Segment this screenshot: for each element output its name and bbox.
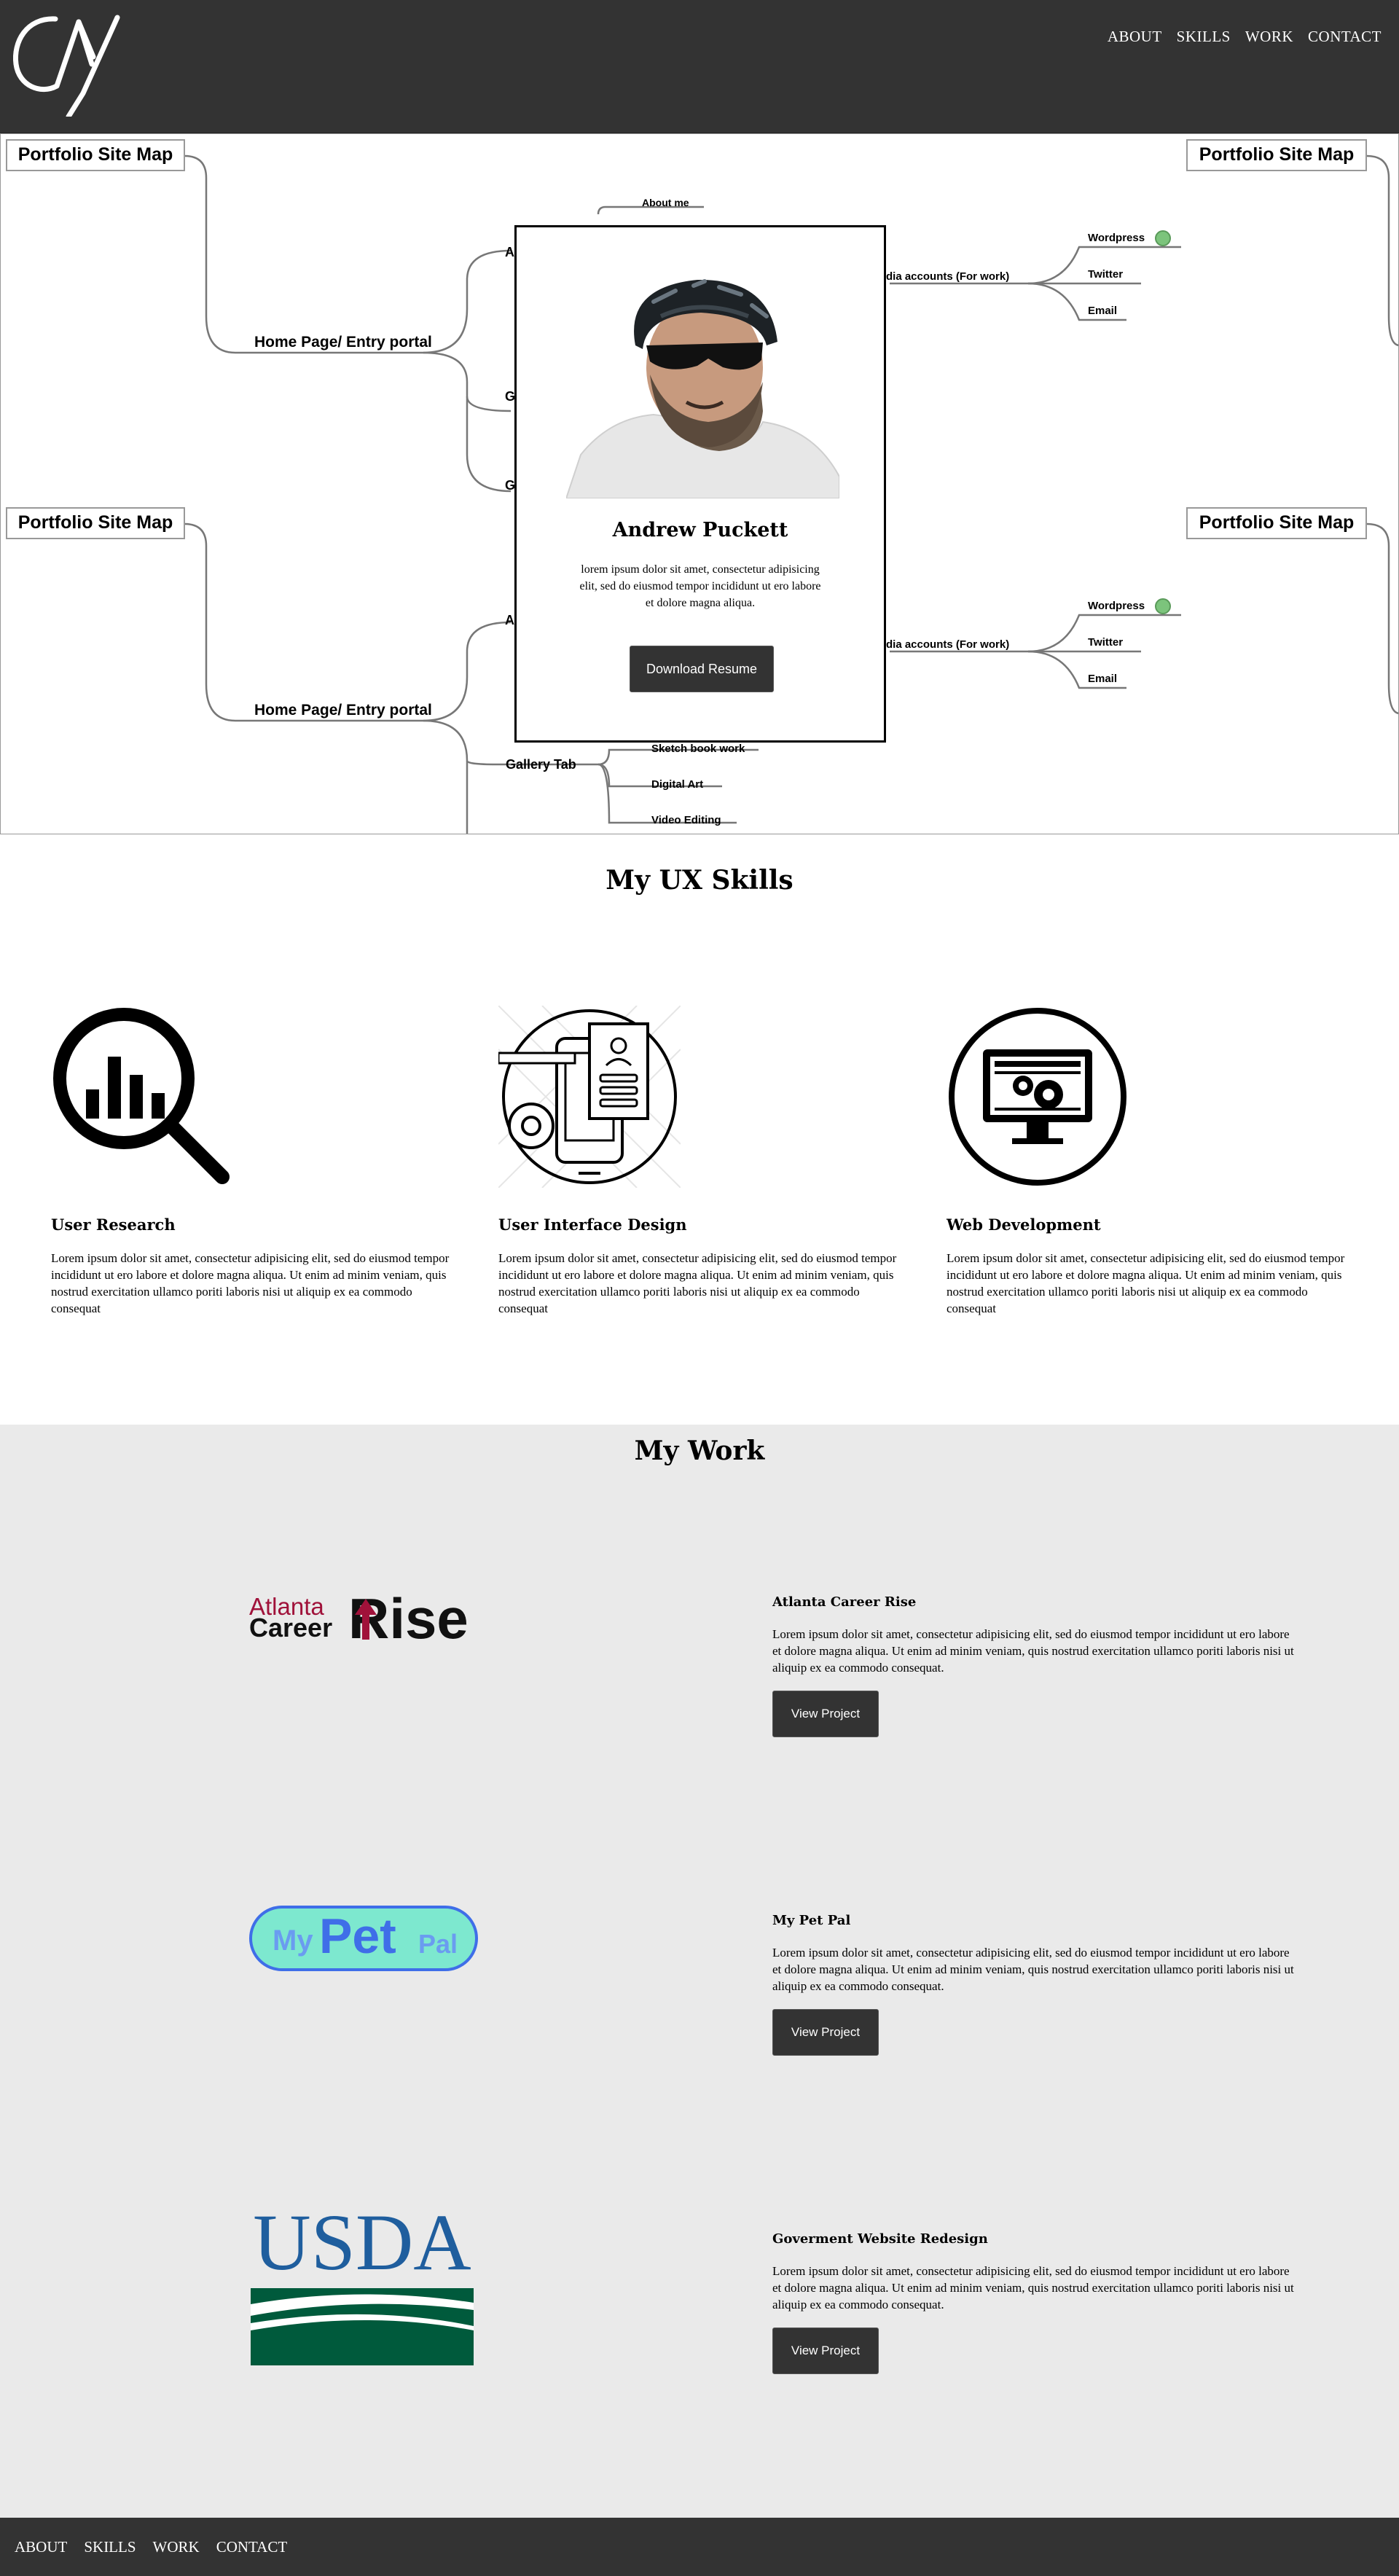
profile-photo [566, 273, 839, 498]
logo-pet-text: Pet [319, 1908, 396, 1964]
logo-pal-text: Pal [418, 1929, 458, 1959]
project-description: Lorem ipsum dolor sit amet, consectetur … [772, 2264, 1294, 2311]
sitemap-title-bl: Portfolio Site Map [17, 512, 173, 533]
sitemap-social-label: dia accounts (For work) [886, 270, 1010, 283]
skills-section: My UX Skills User Research Lorem ipsum d… [0, 834, 1399, 1425]
work-section: My Work Atlanta Career Rise Atlanta Care… [0, 1425, 1399, 2518]
atlanta-career-rise-logo[interactable]: Atlanta Career Rise [249, 1590, 475, 1653]
download-resume-button[interactable]: Download Resume [630, 646, 774, 692]
work-title: My Work [634, 1436, 765, 1466]
sitemap-email-2: Email [1088, 673, 1118, 685]
sitemap-branch-a-2: A [505, 613, 514, 627]
skill-description: Lorem ipsum dolor sit amet, consectetur … [51, 1251, 450, 1315]
sitemap-sketch: Sketch book work [651, 743, 745, 755]
usda-hills-icon [251, 2288, 474, 2365]
sitemap-digital-art: Digital Art [651, 778, 704, 791]
project-info: My Pet Pal Lorem ipsum dolor sit amet, c… [772, 1913, 1297, 2056]
top-nav: ABOUT SKILLS WORK CONTACT [1108, 28, 1382, 46]
skill-title: User Interface Design [498, 1215, 687, 1234]
project-my-pet-pal: My Pet Pal My Pet Pal Lorem ipsum dolor … [0, 1906, 1399, 2139]
sitemap-video-editing: Video Editing [651, 814, 721, 826]
skill-card-web-development: Web Development Lorem ipsum dolor sit am… [947, 1006, 1355, 1317]
nav-work-link[interactable]: WORK [1245, 28, 1293, 46]
usda-logo[interactable]: USDA [249, 2202, 475, 2366]
project-title: My Pet Pal [772, 1913, 851, 1928]
sitemap-gallery-tab: Gallery Tab [506, 757, 576, 772]
profile-card: Andrew Puckett lorem ipsum dolor sit ame… [514, 225, 886, 743]
view-project-button[interactable]: View Project [772, 1691, 879, 1737]
profile-name: Andrew Puckett [612, 519, 788, 541]
footer-skills-link[interactable]: SKILLS [84, 2538, 136, 2556]
footer-work-link[interactable]: WORK [153, 2538, 200, 2556]
site-footer: ABOUT SKILLS WORK CONTACT [0, 2518, 1399, 2576]
logo-career-text: Career [249, 1613, 333, 1643]
profile-description: lorem ipsum dolor sit amet, consectetur … [579, 563, 821, 609]
monitor-gears-icon [949, 1008, 1126, 1186]
magnifier-chart-icon [53, 1008, 230, 1184]
hero-section: Portfolio Site Map Portfolio Site Map Po… [0, 133, 1399, 834]
sitemap-twitter-2: Twitter [1088, 636, 1124, 649]
skill-title: Web Development [947, 1215, 1101, 1234]
sitemap-title-tr: Portfolio Site Map [1199, 144, 1355, 165]
sitemap-home-label: Home Page/ Entry portal [254, 334, 432, 351]
sitemap-branch-g: G [505, 389, 516, 404]
logo-my-text: My [273, 1925, 313, 1957]
project-title: Goverment Website Redesign [772, 2231, 988, 2247]
project-government-website: USDA Goverment Website Redesign Lorem ip… [0, 2202, 1399, 2457]
view-project-button[interactable]: View Project [772, 2009, 879, 2056]
my-pet-pal-logo[interactable]: My Pet Pal [249, 1906, 478, 1971]
project-atlanta-career-rise: Atlanta Career Rise Atlanta Career Rise … [0, 1590, 1399, 1820]
sitemap-title-br: Portfolio Site Map [1199, 512, 1355, 533]
sitemap-wordpress: Wordpress [1088, 232, 1145, 244]
project-description: Lorem ipsum dolor sit amet, consectetur … [772, 1627, 1294, 1675]
project-title: Atlanta Career Rise [772, 1594, 917, 1610]
site-header: ABOUT SKILLS WORK CONTACT [0, 0, 1399, 133]
sitemap-wordpress-2: Wordpress [1088, 600, 1145, 612]
sitemap-twitter: Twitter [1088, 268, 1124, 281]
footer-about-link[interactable]: ABOUT [15, 2538, 67, 2556]
rise-arrow-icon [355, 1599, 377, 1640]
skill-card-ui-design: User Interface Design Lorem ipsum dolor … [498, 1006, 906, 1317]
project-description: Lorem ipsum dolor sit amet, consectetur … [772, 1946, 1294, 1993]
logo-usda-text: USDA [253, 2198, 471, 2287]
mobile-ui-icon [498, 1006, 681, 1188]
sitemap-branch-g-2: G [505, 478, 516, 493]
skill-title: User Research [51, 1215, 176, 1234]
footer-nav: ABOUT SKILLS WORK CONTACT [15, 2538, 287, 2556]
sitemap-about-label: About me [642, 197, 689, 208]
nav-about-link[interactable]: ABOUT [1108, 28, 1162, 46]
sitemap-home-label-2: Home Page/ Entry portal [254, 702, 432, 719]
sitemap-branch-a: A [505, 245, 514, 259]
project-info: Atlanta Career Rise Lorem ipsum dolor si… [772, 1594, 1297, 1737]
skill-description: Lorem ipsum dolor sit amet, consectetur … [947, 1251, 1345, 1315]
ay-logo-icon[interactable] [12, 13, 121, 117]
view-project-button[interactable]: View Project [772, 2328, 879, 2374]
skills-title: My UX Skills [606, 865, 793, 896]
footer-contact-link[interactable]: CONTACT [216, 2538, 287, 2556]
sitemap-social-label-2: dia accounts (For work) [886, 638, 1010, 651]
sitemap-title-tl: Portfolio Site Map [17, 144, 173, 165]
sitemap-email: Email [1088, 305, 1118, 317]
nav-skills-link[interactable]: SKILLS [1177, 28, 1231, 46]
skill-description: Lorem ipsum dolor sit amet, consectetur … [498, 1251, 897, 1315]
skill-card-user-research: User Research Lorem ipsum dolor sit amet… [51, 1006, 459, 1317]
project-info: Goverment Website Redesign Lorem ipsum d… [772, 2231, 1297, 2374]
nav-contact-link[interactable]: CONTACT [1308, 28, 1382, 46]
